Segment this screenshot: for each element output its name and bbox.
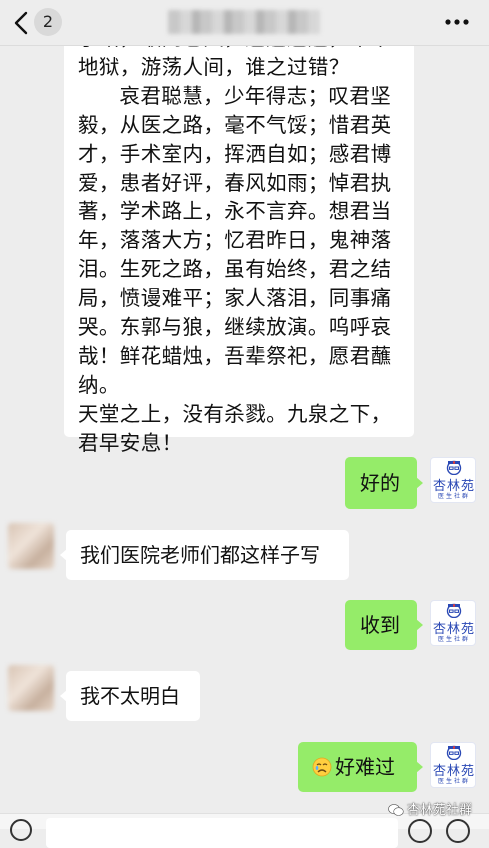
poem-line: 哭。东郭与狼，继续放演。呜呼哀 xyxy=(78,315,392,340)
poem-line: 哀君聪慧，少年得志；叹君坚 xyxy=(78,83,392,108)
brand-sub: 医生社群 xyxy=(437,493,470,500)
sad-face-emoji-icon xyxy=(312,757,332,777)
poem-line: 著，学术路上，永不言弃。想君当 xyxy=(78,199,392,224)
poem-line: 泪。生死之路，虽有始终，君之结 xyxy=(78,257,392,282)
message-bubble-received[interactable]: 我不太明白 xyxy=(60,671,200,721)
poem-line: 地狱，游荡人间，谁之过错？ xyxy=(78,54,350,79)
voice-icon[interactable] xyxy=(10,819,32,841)
message-list[interactable]: 了结，敢问苍天，魍魉魍魉，不下地狱，游荡人间，谁之过错？ 哀君聪慧，少年得志；叹… xyxy=(0,46,489,813)
chevron-left-icon[interactable] xyxy=(12,11,32,35)
message-bubble-sent[interactable]: 好的 xyxy=(345,457,423,509)
message-bubble-poem[interactable]: 了结，敢问苍天，魍魉魍魉，不下地狱，游荡人间，谁之过错？ 哀君聪慧，少年得志；叹… xyxy=(64,46,414,455)
wechat-logo-icon xyxy=(388,804,404,816)
poem-line: 天堂之上，没有杀戮。九泉之下， xyxy=(78,401,392,426)
watermark-text: 杏林苑社群 xyxy=(407,803,473,818)
plus-icon[interactable] xyxy=(446,819,470,843)
emoji-icon[interactable] xyxy=(408,819,432,843)
message-text: 收到 xyxy=(360,613,400,637)
poem-line: 毅，从医之路，毫不气馁；惜君英 xyxy=(78,112,392,137)
poem-line: 了结，敢问苍天，魍魉魍魉，不下 xyxy=(78,46,408,53)
avatar-blurred[interactable] xyxy=(8,665,54,711)
message-text: 好难过 xyxy=(335,755,395,779)
message-bubble-received[interactable]: 我们医院老师们都这样子写 xyxy=(60,530,349,580)
avatar-brand[interactable]: 杏林苑 医生社群 xyxy=(430,742,476,788)
more-dots-icon[interactable] xyxy=(444,12,470,32)
chat-title-blurred xyxy=(168,10,320,34)
brand-sub: 医生社群 xyxy=(437,778,470,785)
doctor-icon xyxy=(446,603,462,618)
doctor-icon xyxy=(446,745,462,760)
poem-line: 纳。 xyxy=(78,372,120,397)
brand-sub: 医生社群 xyxy=(437,636,470,643)
poem-line: 君早安息！ xyxy=(78,430,183,455)
chat-header: 2 xyxy=(0,0,489,46)
message-text: 好的 xyxy=(360,471,400,495)
poem-text: 了结，敢问苍天，魍魉魍魉，不下地狱，游荡人间，谁之过错？ 哀君聪慧，少年得志；叹… xyxy=(78,46,408,458)
poem-line: 局，愤谩难平；家人落泪，同事痛 xyxy=(78,286,392,311)
poem-line: 年，落落大方；忆君昨日，鬼神落 xyxy=(78,228,392,253)
avatar-brand[interactable]: 杏林苑 医生社群 xyxy=(430,457,476,503)
poem-line: 爱，患者好评，春风如雨；悼君执 xyxy=(78,170,392,195)
message-text: 我不太明白 xyxy=(80,684,180,708)
watermark: 杏林苑社群 xyxy=(388,799,473,818)
message-input[interactable] xyxy=(46,818,398,848)
poem-line: 才，手术室内，挥洒自如；感君博 xyxy=(78,141,392,166)
unread-badge[interactable]: 2 xyxy=(34,8,62,36)
doctor-icon xyxy=(446,460,462,475)
poem-line: 哉！鲜花蜡烛，吾辈祭祀，愿君蘸 xyxy=(78,343,392,368)
message-bubble-sent[interactable]: 收到 xyxy=(345,600,423,650)
message-text: 我们医院老师们都这样子写 xyxy=(80,543,320,567)
avatar-blurred[interactable] xyxy=(8,523,54,569)
message-bubble-sent[interactable]: 好难过 xyxy=(298,742,423,792)
avatar-brand[interactable]: 杏林苑 医生社群 xyxy=(430,600,476,646)
